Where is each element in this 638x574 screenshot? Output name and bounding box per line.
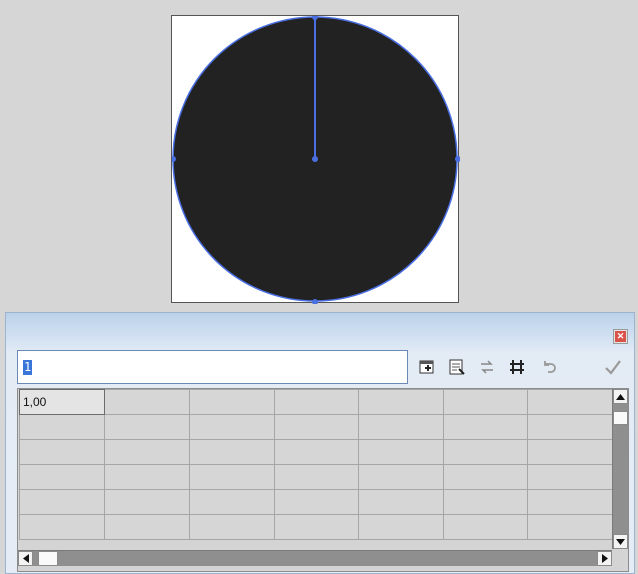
- grid-row: 1,00: [19, 389, 613, 415]
- grid-cell[interactable]: [19, 464, 106, 490]
- selected-text: 1: [23, 360, 33, 375]
- grid-cell[interactable]: [358, 439, 444, 465]
- grid-cell[interactable]: [527, 464, 613, 490]
- grid-cell[interactable]: [188, 489, 275, 515]
- grid-cell[interactable]: [273, 389, 360, 415]
- grid-cell[interactable]: [358, 464, 444, 490]
- vertical-scrollbar[interactable]: [612, 389, 628, 549]
- grid-row: [19, 464, 613, 490]
- grid-cell[interactable]: [442, 514, 529, 540]
- grid-cell[interactable]: [273, 464, 360, 490]
- grid-cell[interactable]: [358, 414, 444, 440]
- grid-cell[interactable]: [104, 414, 190, 440]
- grid-cell[interactable]: [104, 464, 190, 490]
- grid-cell[interactable]: [188, 514, 275, 540]
- data-grid: 1,00: [17, 388, 629, 572]
- cell-value-input[interactable]: 1: [17, 350, 408, 384]
- grid-cell[interactable]: [358, 489, 444, 515]
- grid-row: [19, 514, 613, 540]
- horizontal-scroll-thumb[interactable]: [38, 551, 58, 566]
- apply-button[interactable]: [602, 357, 624, 377]
- grid-cell[interactable]: [19, 414, 106, 440]
- grid-cell[interactable]: [19, 489, 106, 515]
- import-data-icon: [449, 359, 465, 375]
- grid-cell[interactable]: [104, 514, 190, 540]
- scrollbar-corner: [612, 550, 628, 571]
- arrow-right-icon: [601, 554, 608, 563]
- apply-checkmark-icon: [605, 360, 621, 375]
- vertical-scroll-thumb[interactable]: [613, 411, 628, 425]
- grid-cell[interactable]: [104, 389, 190, 415]
- arrow-left-icon: [22, 554, 29, 563]
- grid-cell[interactable]: [188, 464, 275, 490]
- grid-cell[interactable]: [442, 489, 529, 515]
- grid-cell[interactable]: [19, 439, 106, 465]
- grid-cell[interactable]: [358, 514, 444, 540]
- grid-cell[interactable]: [442, 389, 529, 415]
- grid-cell[interactable]: [442, 464, 529, 490]
- grid-cell[interactable]: [527, 514, 613, 540]
- arrow-up-icon: [616, 393, 625, 400]
- scroll-up-button[interactable]: [613, 389, 628, 404]
- switch-row-column-button[interactable]: [476, 357, 498, 377]
- grid-cell[interactable]: [273, 514, 360, 540]
- insert-row-button[interactable]: [416, 357, 438, 377]
- revert-icon: [544, 361, 556, 373]
- import-data-button[interactable]: [446, 357, 468, 377]
- grid-cell[interactable]: [527, 414, 613, 440]
- horizontal-scrollbar[interactable]: [18, 550, 612, 566]
- graph-data-dialog: ✕ 1 1,00: [5, 312, 635, 574]
- close-icon: ✕: [615, 331, 626, 342]
- artboard[interactable]: [171, 15, 460, 304]
- grid-cell[interactable]: [188, 414, 275, 440]
- grid-cell[interactable]: [273, 414, 360, 440]
- grid-cell[interactable]: [527, 489, 613, 515]
- grid-cells[interactable]: 1,00: [19, 389, 613, 549]
- grid-cell[interactable]: [273, 439, 360, 465]
- insert-row-icon: [419, 360, 434, 374]
- grid-cell[interactable]: [188, 389, 275, 415]
- grid-cell[interactable]: [188, 439, 275, 465]
- grid-cell[interactable]: [527, 389, 613, 415]
- scroll-right-button[interactable]: [597, 551, 612, 566]
- grid-row: [19, 414, 613, 440]
- grid-cell[interactable]: [273, 489, 360, 515]
- grid-cell[interactable]: [19, 514, 106, 540]
- cell-style-button[interactable]: [506, 357, 528, 377]
- anchor-point-center: [312, 156, 318, 162]
- grid-cell[interactable]: [358, 389, 444, 415]
- revert-button[interactable]: [538, 357, 560, 377]
- scroll-down-button[interactable]: [613, 534, 628, 549]
- grid-row: [19, 489, 613, 515]
- close-button[interactable]: ✕: [613, 329, 628, 344]
- grid-cell[interactable]: [442, 439, 529, 465]
- grid-cell[interactable]: [527, 439, 613, 465]
- scroll-left-button[interactable]: [18, 551, 33, 566]
- grid-cell[interactable]: [104, 489, 190, 515]
- grid-cell[interactable]: [442, 414, 529, 440]
- cell-style-icon: [510, 360, 524, 374]
- arrow-down-icon: [616, 538, 625, 545]
- pie-graph-shape[interactable]: [172, 16, 460, 304]
- grid-cell[interactable]: 1,00: [19, 389, 106, 415]
- switch-row-column-icon: [481, 360, 493, 374]
- grid-row: [19, 439, 613, 465]
- grid-cell[interactable]: [104, 439, 190, 465]
- canvas-area[interactable]: [0, 0, 638, 312]
